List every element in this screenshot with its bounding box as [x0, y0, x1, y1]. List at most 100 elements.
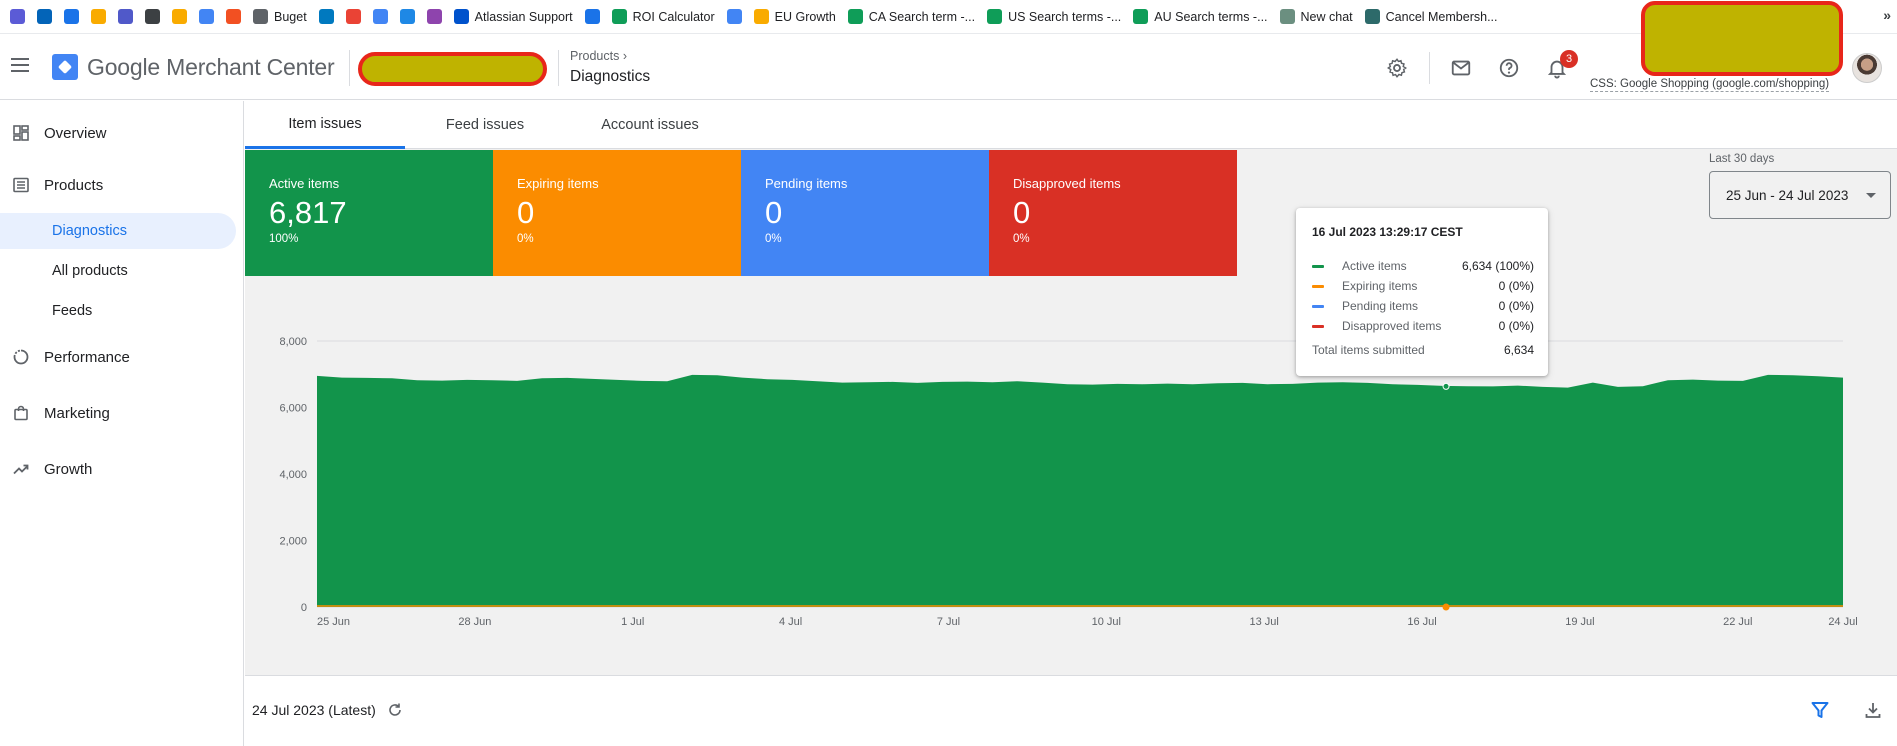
sidebar-item-diagnostics[interactable]: Diagnostics: [0, 213, 236, 249]
bookmark-favicon-icon: [1364, 9, 1380, 24]
bookmark-favicon-icon: [726, 9, 742, 24]
tile-value: 0: [517, 195, 535, 230]
series-swatch: [1312, 324, 1324, 328]
bookmark-item[interactable]: [313, 4, 340, 30]
bookmark-item[interactable]: [139, 4, 166, 30]
bookmark-item[interactable]: [340, 4, 367, 30]
bookmark-label: CA Search term -...: [868, 9, 976, 24]
tile-label: Pending items: [765, 176, 848, 191]
tooltip-series-value: 0 (0%): [1498, 299, 1534, 313]
header-divider: [349, 50, 350, 86]
bookmark-favicon-icon: [91, 9, 106, 24]
bookmark-item[interactable]: [31, 4, 58, 30]
bookmark-item[interactable]: AU Search terms -...: [1127, 4, 1273, 30]
bookmark-label: AU Search terms -...: [1154, 9, 1268, 24]
tile-label: Disapproved items: [1013, 176, 1121, 191]
bookmark-item[interactable]: [166, 4, 193, 30]
bookmark-item[interactable]: [58, 4, 85, 30]
sidebar-item-marketing[interactable]: Marketing: [0, 396, 236, 430]
bookmark-item[interactable]: CA Search term -...: [842, 4, 981, 30]
bookmark-item[interactable]: [721, 4, 748, 30]
expiring-items-tile[interactable]: Expiring items 0 0%: [493, 150, 741, 276]
refresh-icon[interactable]: [387, 702, 403, 718]
chart-y-tick-label: 2,000: [279, 536, 307, 548]
account-selector-redacted[interactable]: [358, 52, 547, 86]
tile-label: Expiring items: [517, 176, 599, 191]
tile-percent: 0%: [765, 233, 782, 245]
sidebar-item-overview[interactable]: Overview: [0, 116, 236, 150]
chart-x-tick-label: 13 Jul: [1249, 616, 1278, 628]
chart-y-tick-label: 4,000: [279, 469, 307, 481]
bookmark-item[interactable]: [193, 4, 220, 30]
performance-icon: [12, 348, 30, 366]
bookmark-item[interactable]: [367, 4, 394, 30]
settings-gear-icon[interactable]: [1384, 55, 1410, 81]
bookmark-item[interactable]: US Search terms -...: [981, 4, 1127, 30]
table-toolbar: 24 Jul 2023 (Latest): [245, 675, 1897, 746]
bookmark-item[interactable]: [4, 4, 31, 30]
tooltip-row: Expiring items 0 (0%): [1312, 277, 1534, 295]
bookmark-favicon-icon: [372, 9, 388, 24]
merchant-center-logo-icon[interactable]: [52, 54, 78, 80]
user-avatar[interactable]: [1852, 53, 1882, 83]
header-divider: [1429, 52, 1430, 84]
sidebar-item-growth[interactable]: Growth: [0, 452, 236, 486]
bookmark-item[interactable]: [421, 4, 448, 30]
main-menu-button[interactable]: [8, 54, 32, 78]
chart-x-tick-label: 4 Jul: [779, 616, 802, 628]
sidebar-item-feeds[interactable]: Feeds: [0, 293, 236, 329]
bookmark-item[interactable]: ROI Calculator: [606, 4, 721, 30]
bookmark-item[interactable]: EU Growth: [748, 4, 842, 30]
tile-label: Active items: [269, 176, 340, 191]
date-range-select[interactable]: 25 Jun - 24 Jul 2023: [1709, 171, 1891, 219]
sidebar-item-products[interactable]: Products: [0, 168, 236, 202]
css-program-label[interactable]: CSS: Google Shopping (google.com/shoppin…: [1590, 78, 1830, 92]
tooltip-series-name: Disapproved items: [1342, 319, 1442, 333]
series-swatch: [1312, 264, 1324, 268]
tooltip-total-value: 6,634: [1503, 343, 1534, 357]
bookmark-item[interactable]: Cancel Membersh...: [1359, 4, 1504, 30]
bookmark-item[interactable]: [220, 4, 247, 30]
more-bookmarks-icon[interactable]: »: [1883, 7, 1891, 23]
bookmark-favicon-icon: [426, 9, 442, 24]
bookmark-item[interactable]: [85, 4, 112, 30]
trending-up-icon: [12, 460, 30, 478]
bookmark-favicon-icon: [1133, 9, 1149, 24]
dashboard-icon: [12, 124, 30, 142]
sidebar-item-performance[interactable]: Performance: [0, 340, 236, 374]
list-icon: [12, 176, 30, 194]
sidebar-nav: Overview Products Diagnostics All produc…: [0, 101, 244, 746]
app-logo-text[interactable]: Google Merchant Center: [87, 54, 335, 81]
breadcrumb-products[interactable]: Products ›: [570, 49, 627, 63]
bookmark-label: Buget: [274, 9, 307, 24]
sidebar-item-all-products[interactable]: All products: [0, 253, 236, 289]
bookmark-item[interactable]: New chat: [1274, 4, 1359, 30]
tile-value: 6,817: [269, 195, 347, 230]
mail-icon[interactable]: [1448, 55, 1474, 81]
main-content: Item issues Feed issues Account issues 0…: [245, 101, 1897, 746]
bookmark-item[interactable]: [579, 4, 606, 30]
date-range-caption: Last 30 days: [1709, 153, 1775, 165]
help-icon[interactable]: [1496, 55, 1522, 81]
bookmark-item[interactable]: [112, 4, 139, 30]
active-items-tile[interactable]: Active items 6,817 100%: [245, 150, 493, 276]
dropdown-caret-icon: [1866, 193, 1876, 198]
bookmark-favicon-icon: [987, 9, 1003, 24]
bookmark-favicon-icon: [145, 9, 160, 24]
pending-items-tile[interactable]: Pending items 0 0%: [741, 150, 989, 276]
tooltip-series-value: 0 (0%): [1498, 279, 1534, 293]
tooltip-total-label: Total items submitted: [1312, 343, 1425, 357]
bookmark-item[interactable]: [394, 4, 421, 30]
chart-x-tick-label: 7 Jul: [937, 616, 960, 628]
chart-x-tick-label: 28 Jun: [458, 616, 491, 628]
bookmark-item[interactable]: Buget: [247, 4, 313, 30]
filter-icon[interactable]: [1810, 700, 1830, 720]
tooltip-series-name: Active items: [1342, 259, 1407, 273]
account-info-redacted: [1641, 1, 1843, 76]
bookmark-item[interactable]: Atlassian Support: [448, 4, 579, 30]
date-range-value: 25 Jun - 24 Jul 2023: [1726, 187, 1849, 203]
disapproved-items-tile[interactable]: Disapproved items 0 0%: [989, 150, 1237, 276]
sidebar-item-label: Marketing: [44, 404, 110, 422]
download-icon[interactable]: [1863, 700, 1883, 720]
shopping-bag-icon: [12, 404, 30, 422]
